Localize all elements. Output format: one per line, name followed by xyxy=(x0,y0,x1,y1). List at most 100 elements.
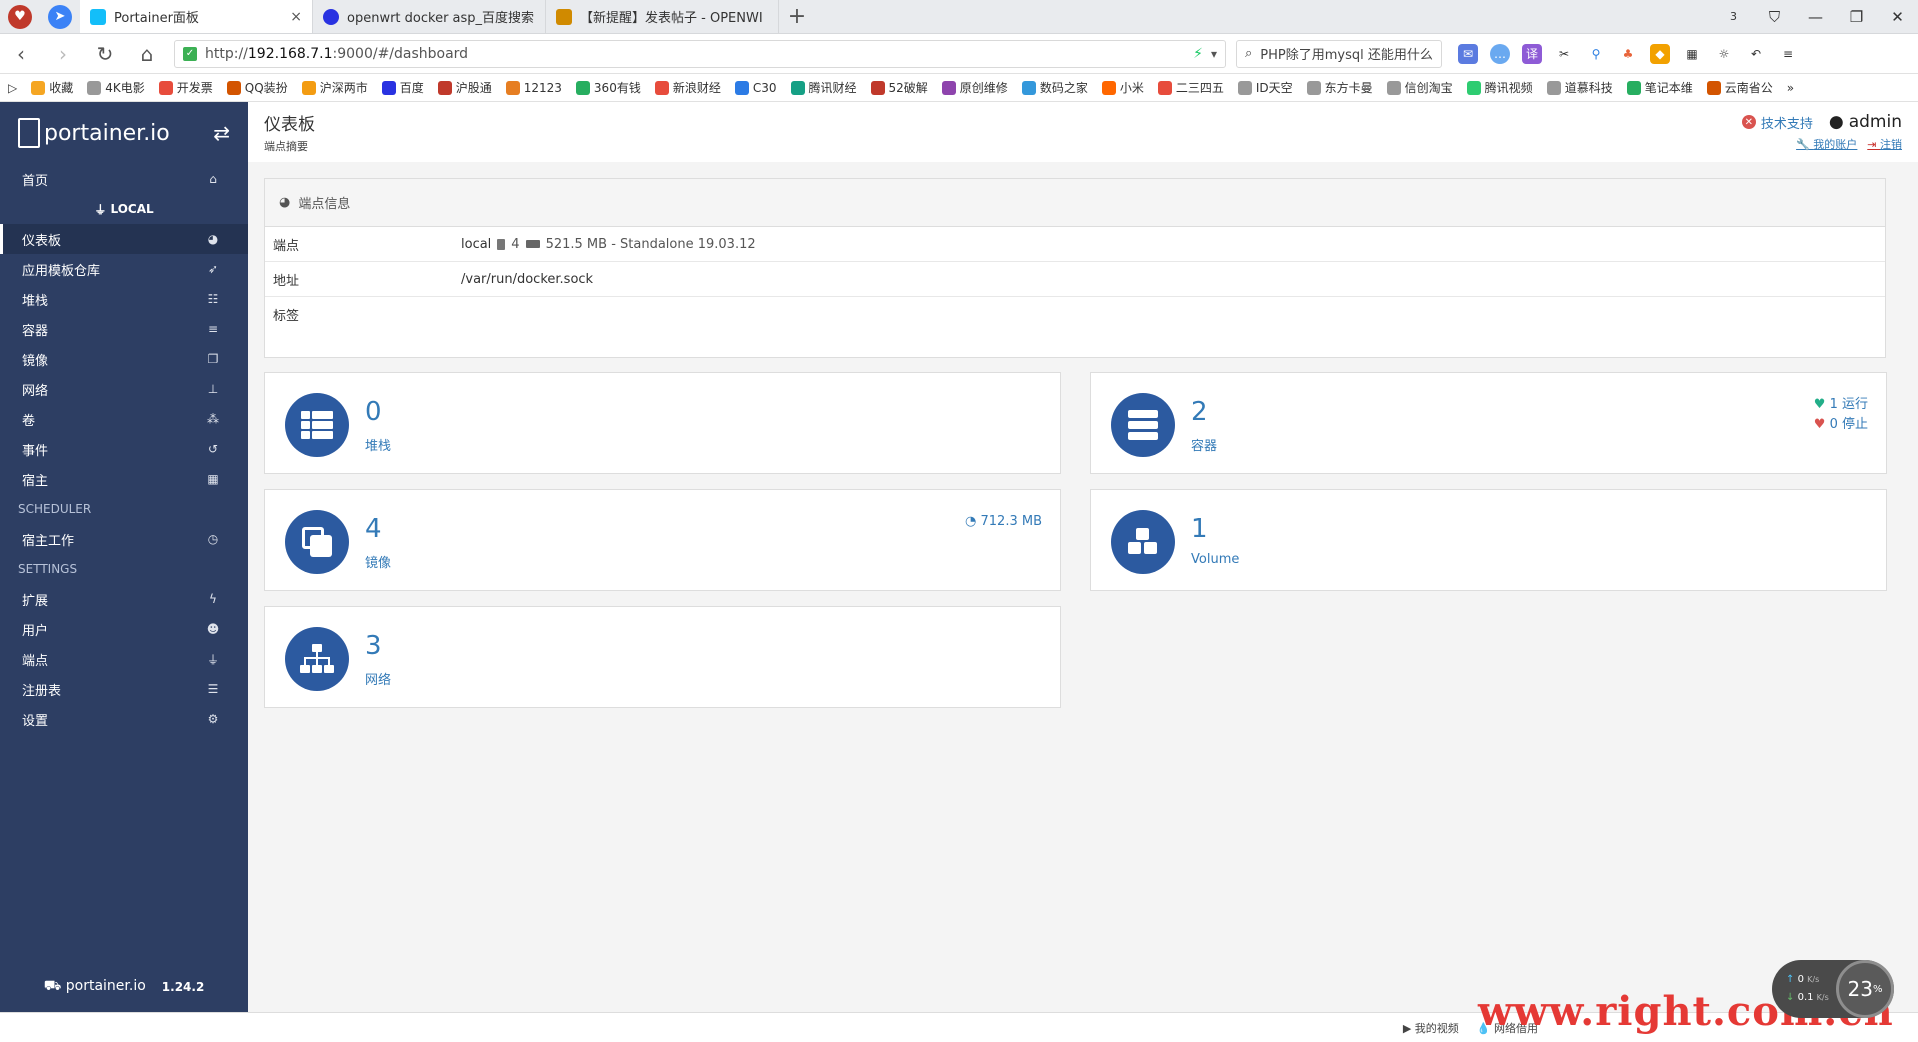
bookmark-item[interactable]: 12123 xyxy=(505,80,562,95)
sidebar-item-plug[interactable]: 端点 ⏚ xyxy=(0,644,248,674)
sidebar-item-label: 堆栈 xyxy=(22,293,49,309)
mail-icon[interactable]: ✉ xyxy=(1458,43,1478,64)
bookmark-item[interactable]: 百度 xyxy=(381,79,424,96)
sidebar-item-server[interactable]: 容器 ≡ xyxy=(0,314,248,344)
magnifier-icon[interactable]: ⚲ xyxy=(1586,44,1606,64)
url-input[interactable]: ✓ http://192.168.7.1:9000/#/dashboard ⚡ … xyxy=(174,39,1226,68)
translate-icon[interactable]: 译 xyxy=(1522,43,1542,64)
sitemap-icon: ⊥ xyxy=(207,382,219,396)
close-window-icon[interactable]: ✕ xyxy=(1877,0,1918,33)
sidebar-item-history[interactable]: 事件 ↺ xyxy=(0,434,248,464)
stacks-card[interactable]: 0 堆栈 xyxy=(264,372,1061,474)
sidebar-item-sitemap[interactable]: 网络 ⊥ xyxy=(0,374,248,404)
tab-baidu-search[interactable]: openwrt docker asp_百度搜索 xyxy=(313,0,546,33)
minimize-icon[interactable]: — xyxy=(1795,0,1836,33)
sidebar-item-clock[interactable]: 宿主工作 ◷ xyxy=(0,524,248,554)
browser-search-input[interactable]: ⌕ PHP除了用mysql 还能用什么 xyxy=(1236,39,1442,68)
chevron-down-icon[interactable]: ▾ xyxy=(1211,47,1217,61)
footer-logo: ⛟ portainer.io xyxy=(43,978,146,994)
plug-icon: ⏚ xyxy=(94,202,111,217)
bookmark-item[interactable]: 数码之家 xyxy=(1021,79,1088,96)
page-subtitle: 端点摘要 xyxy=(264,140,308,153)
bookmark-item[interactable]: 360有钱 xyxy=(575,79,641,96)
sidebar-item-cubes[interactable]: 卷 ⁂ xyxy=(0,404,248,434)
sidebar-item-th[interactable]: 宿主 ▦ xyxy=(0,464,248,494)
undo-icon[interactable]: ↶ xyxy=(1746,44,1766,64)
my-account-link[interactable]: 🔧 我的账户 xyxy=(1796,136,1857,152)
sidebar-item-label: 仪表板 xyxy=(22,233,62,249)
sidebar-item-tachometer[interactable]: 仪表板 ◕ xyxy=(0,224,248,254)
images-card[interactable]: 4 镜像 ◔ 712.3 MB xyxy=(264,489,1061,591)
networks-card[interactable]: 3 网络 xyxy=(264,606,1061,708)
bookmark-favicon-icon xyxy=(1021,80,1036,95)
restore-icon[interactable]: ❐ xyxy=(1836,0,1877,33)
bookmark-item[interactable]: 腾讯财经 xyxy=(790,79,857,96)
scissors-icon[interactable]: ✂ xyxy=(1554,44,1574,64)
logout-link[interactable]: ⇥ 注销 xyxy=(1867,136,1902,152)
my-video-link[interactable]: ▶ 我的视频 xyxy=(1403,1020,1459,1036)
reload-icon[interactable]: ↻ xyxy=(84,42,126,66)
bookmark-item[interactable]: 小米 xyxy=(1101,79,1144,96)
bookmark-item[interactable]: 腾讯视频 xyxy=(1466,79,1533,96)
sidebar-brand[interactable]: portainer.io ⇄ xyxy=(0,102,248,164)
speed-mode-icon[interactable]: ⚡ xyxy=(1193,46,1203,62)
tab-close-icon[interactable]: × xyxy=(290,9,302,25)
bookmark-item[interactable]: 4K电影 xyxy=(87,79,145,96)
containers-card[interactable]: 2 容器 ♥ 1 运行 ♥ 0 停止 xyxy=(1090,372,1887,474)
sidebar-item-clone[interactable]: 镜像 ❐ xyxy=(0,344,248,374)
new-tab-button[interactable]: + xyxy=(779,0,815,33)
brightness-icon[interactable]: ☼ xyxy=(1714,44,1734,64)
bookmark-favicon-icon xyxy=(437,80,452,95)
volumes-count: 1 xyxy=(1191,514,1208,544)
tab-openwrt-post[interactable]: 【新提醒】发表帖子 - OPENWI xyxy=(546,0,779,33)
sidebar-item-label: 扩展 xyxy=(22,593,49,609)
tab-portainer[interactable]: Portainer面板 × xyxy=(80,0,313,33)
sidebar-item-users[interactable]: 用户 ☻ xyxy=(0,614,248,644)
shirt-icon[interactable]: ⛉ xyxy=(1754,0,1795,33)
bookmark-item[interactable]: C30 xyxy=(734,80,777,95)
bookmark-item[interactable]: 收藏 xyxy=(31,79,73,96)
bookmark-item[interactable]: 笔记本维 xyxy=(1626,79,1693,96)
security-shield-icon[interactable]: ✓ xyxy=(183,46,197,61)
tab-count-badge[interactable]: 3 xyxy=(1713,0,1754,33)
forward-icon[interactable]: › xyxy=(42,42,84,66)
chat-icon[interactable]: … xyxy=(1490,43,1510,64)
volumes-card[interactable]: 1 Volume xyxy=(1090,489,1887,591)
network-speed-widget[interactable]: ↑ 0 K/s ↓ 0.1 K/s 23% xyxy=(1772,960,1894,1018)
home-icon[interactable]: ⌂ xyxy=(126,42,168,66)
gamepad-icon[interactable]: ♣ xyxy=(1618,44,1638,64)
containers-label: 容器 xyxy=(1191,439,1218,454)
sidebar-item-th-list[interactable]: 堆栈 ☷ xyxy=(0,284,248,314)
sidebar-item-database[interactable]: 注册表 ☰ xyxy=(0,674,248,704)
support-link[interactable]: ✕ 技术支持 xyxy=(1741,113,1813,132)
bookmark-item[interactable]: 52破解 xyxy=(870,79,928,96)
browser-logo-icon[interactable]: ♥ xyxy=(0,0,40,33)
bookmark-favicon-icon xyxy=(505,80,520,95)
bookmark-item[interactable]: QQ装扮 xyxy=(226,79,288,96)
bookmark-item[interactable]: 东方卡曼 xyxy=(1306,79,1373,96)
browser-nav-icon[interactable]: ➤ xyxy=(40,0,80,33)
bookmark-item[interactable]: 沪深两市 xyxy=(301,79,368,96)
bookmark-favicon-icon xyxy=(1706,80,1721,95)
bookmark-item[interactable]: 云南省公 xyxy=(1706,79,1773,96)
sidebar-item-home[interactable]: 首页 ⌂ xyxy=(0,164,248,194)
networks-label: 网络 xyxy=(365,673,392,688)
bookmark-item[interactable]: 二三四五 xyxy=(1157,79,1224,96)
bookmarks-more-icon[interactable]: » xyxy=(1787,81,1794,95)
bookmark-item[interactable]: 开发票 xyxy=(158,79,213,96)
bookmark-item[interactable]: ID天空 xyxy=(1237,79,1293,96)
sidebar-item-rocket[interactable]: 应用模板仓库 ➶ xyxy=(0,254,248,284)
menu-icon[interactable]: ≡ xyxy=(1778,44,1798,64)
shield-ext-icon[interactable]: ◆ xyxy=(1650,43,1670,64)
bookmark-item[interactable]: 新浪财经 xyxy=(654,79,721,96)
back-icon[interactable]: ‹ xyxy=(0,42,42,66)
bookmark-item[interactable]: 原创维修 xyxy=(941,79,1008,96)
exchange-icon[interactable]: ⇄ xyxy=(213,121,230,145)
sidebar-item-cogs[interactable]: 设置 ⚙ xyxy=(0,704,248,734)
sidebar-item-bolt[interactable]: 扩展 ϟ xyxy=(0,584,248,614)
apps-grid-icon[interactable]: ▦ xyxy=(1682,44,1702,64)
bookmark-item[interactable]: 信创淘宝 xyxy=(1386,79,1453,96)
bookmark-item[interactable]: 道慕科技 xyxy=(1546,79,1613,96)
bookmark-item[interactable]: 沪股通 xyxy=(437,79,492,96)
bookmarks-toggle-icon[interactable]: ▷ xyxy=(8,81,17,95)
